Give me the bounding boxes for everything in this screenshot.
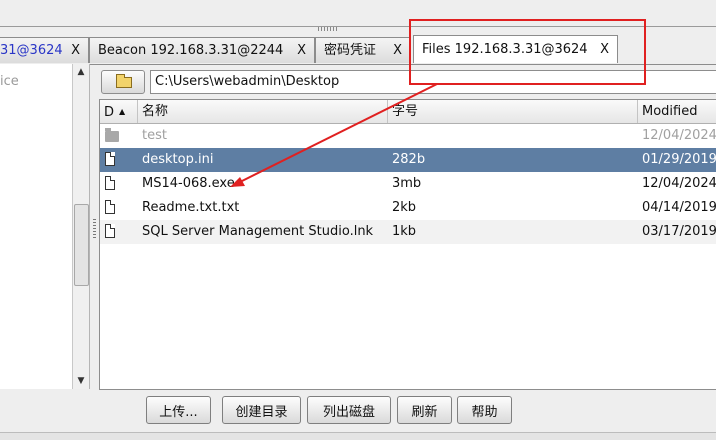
file-modified: 12/04/2024 [642,128,716,143]
tab-close-button[interactable]: X [393,38,402,63]
help-button[interactable]: 帮助 [457,396,512,424]
file-name: Readme.txt.txt [142,200,240,215]
tab-credentials[interactable]: 密码凭证 X [315,37,411,63]
column-modified-label: Modified [642,104,698,119]
scroll-down-icon[interactable]: ▼ [73,373,89,389]
file-table: D ▲ 名称 字号 Modified test 12/04/2024 deskto… [99,99,716,390]
table-row[interactable]: MS14-068.exe 3mb 12/04/2024 [100,172,716,196]
file-size: 2kb [392,200,417,215]
column-modified[interactable]: Modified [638,100,716,123]
path-input[interactable]: C:\Users\webadmin\Desktop [150,70,716,94]
pane-splitter[interactable] [91,64,99,389]
list-drives-button[interactable]: 列出磁盘 [307,396,391,424]
column-d[interactable]: D ▲ [100,100,138,123]
path-bar: C:\Users\webadmin\Desktop [101,70,716,94]
file-modified: 03/17/2019 [642,224,716,239]
column-name[interactable]: 名称 [138,100,388,123]
file-name: test [142,128,167,143]
table-row[interactable]: SQL Server Management Studio.lnk 1kb 03/… [100,220,716,244]
file-modified: 01/29/2019 [642,152,716,167]
file-modified: 12/04/2024 [642,176,716,191]
column-name-label: 名称 [142,104,169,119]
tab-bar: 31@3624 X Beacon 192.168.3.31@2244 X 密码凭… [0,35,716,65]
tab-close-button[interactable]: X [600,36,609,63]
column-size-label: 字号 [392,104,419,119]
tab-label: 31@3624 [0,43,63,58]
table-header: D ▲ 名称 字号 Modified [100,100,716,124]
tree-item-label[interactable]: ice [0,74,19,89]
scroll-up-icon[interactable]: ▲ [73,64,89,80]
tab-close-button[interactable]: X [71,38,80,63]
top-panel [0,0,716,27]
tab-label: Files 192.168.3.31@3624 [422,42,588,57]
tab-label: Beacon 192.168.3.31@2244 [98,43,284,58]
tree-pane: ice ▲ ▼ [0,64,90,389]
split-grip[interactable] [318,27,338,31]
table-row[interactable]: Readme.txt.txt 2kb 04/14/2019 [100,196,716,220]
file-name: SQL Server Management Studio.lnk [142,224,374,239]
file-name: MS14-068.exe [142,176,235,191]
column-size[interactable]: 字号 [388,100,638,123]
file-name: desktop.ini [142,152,214,167]
file-size: 282b [392,152,426,167]
folder-icon [116,74,132,88]
tab-beacon-2244[interactable]: Beacon 192.168.3.31@2244 X [89,37,315,63]
file-size: 3mb [392,176,422,191]
upload-button[interactable]: 上传... [146,396,211,424]
tab-label: 密码凭证 [324,43,377,58]
tree-scrollbar[interactable]: ▲ ▼ [72,64,89,389]
tab-close-button[interactable]: X [297,38,306,63]
scroll-thumb[interactable] [74,204,89,286]
create-directory-button[interactable]: 创建目录 [222,396,301,424]
column-d-label: D [104,105,115,120]
sort-asc-icon: ▲ [119,107,126,116]
splitter-grip-icon [93,219,96,239]
file-modified: 04/14/2019 [642,200,716,215]
table-row[interactable]: test 12/04/2024 [100,124,716,148]
tab-beacon-3624[interactable]: 31@3624 X [0,37,89,63]
up-folder-button[interactable] [101,70,145,94]
file-size: 1kb [392,224,417,239]
tab-files[interactable]: Files 192.168.3.31@3624 X [413,35,618,63]
refresh-button[interactable]: 刷新 [397,396,452,424]
table-row[interactable]: desktop.ini 282b 01/29/2019 [100,148,716,172]
